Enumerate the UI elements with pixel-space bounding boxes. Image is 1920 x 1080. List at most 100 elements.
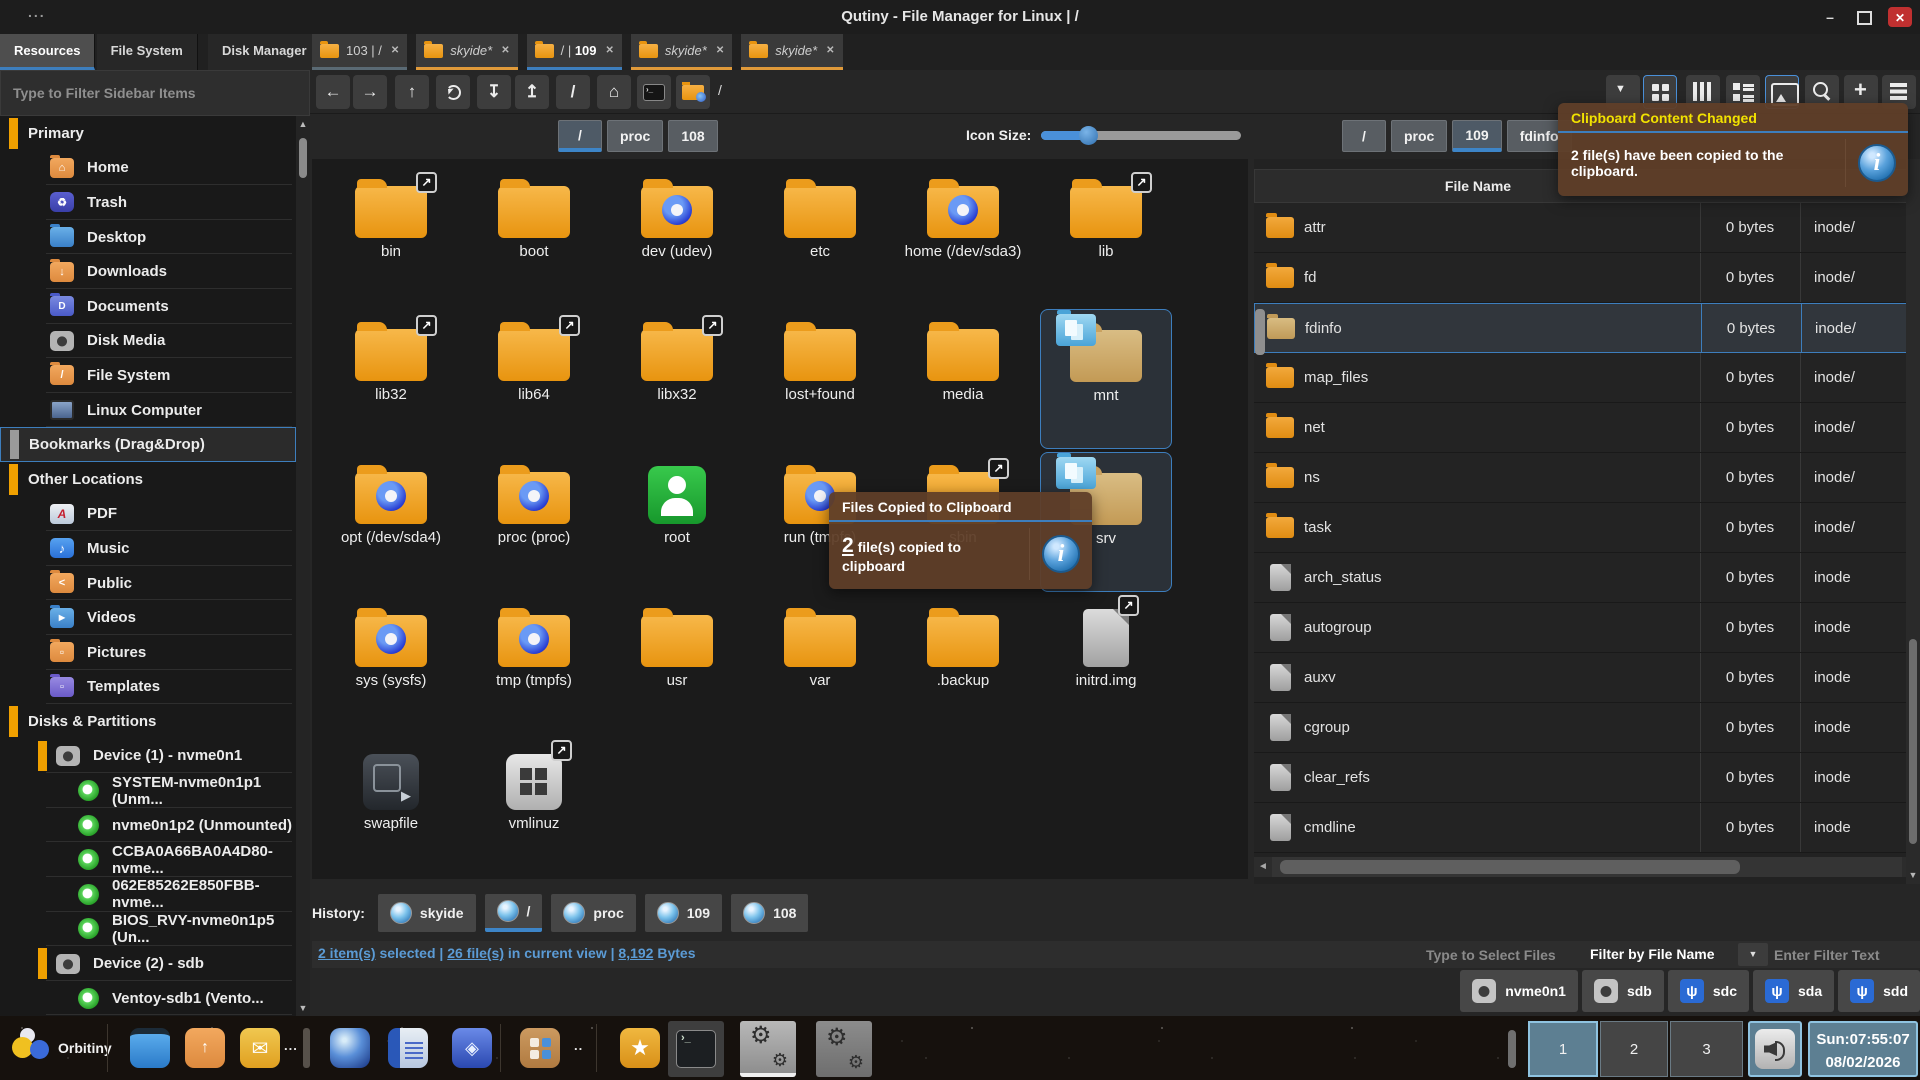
table-row-fd[interactable]: fd0 bytesinode/ — [1254, 253, 1920, 303]
minimize-icon[interactable] — [1818, 7, 1842, 27]
workspace-1[interactable]: 1 — [1528, 1021, 1598, 1077]
sidebar-item-documents[interactable]: Documents — [0, 289, 296, 324]
viewer-3d-app-icon[interactable] — [452, 1028, 492, 1068]
refresh-button[interactable] — [436, 75, 470, 109]
clock[interactable]: Sun:07:55:07 08/02/2026 — [1808, 1021, 1918, 1077]
table-row-net[interactable]: net0 bytesinode/ — [1254, 403, 1920, 453]
sidebar-section-bookmarks-drag-drop-[interactable]: Bookmarks (Drag&Drop) — [0, 427, 296, 462]
window-button-terminal[interactable] — [668, 1021, 724, 1077]
type-to-select-input[interactable] — [1426, 941, 1576, 968]
grid-item--backup[interactable]: .backup — [897, 595, 1029, 735]
taskbar-handle[interactable] — [1508, 1030, 1516, 1068]
tab-0[interactable]: 103 | / — [312, 34, 407, 70]
table-row-autogroup[interactable]: autogroup0 bytesinode — [1254, 603, 1920, 653]
grid-item-mnt[interactable]: mnt — [1040, 309, 1172, 449]
tab-1[interactable]: skyide* — [416, 34, 517, 70]
right-crumb-[interactable]: / — [1342, 120, 1386, 152]
sidebar-item-nvme0n1p2-unmounted-[interactable]: nvme0n1p2 (Unmounted) — [0, 808, 296, 843]
sidebar-item-bios-rvy-nvme0n1p5-un-[interactable]: BIOS_RVY-nvme0n1p5 (Un... — [0, 912, 296, 947]
window-button-gears-active[interactable] — [740, 1021, 796, 1077]
workspace-3[interactable]: 3 — [1670, 1021, 1743, 1077]
history-button-109[interactable]: 109 — [645, 894, 722, 932]
grid-item-lib64[interactable]: lib64 — [468, 309, 600, 449]
sidebar-item-videos[interactable]: Videos — [0, 600, 296, 635]
maximize-icon[interactable] — [1852, 7, 1876, 27]
upload-button[interactable]: ↥ — [515, 75, 549, 109]
list-hscrollbar[interactable]: ◄ ► — [1254, 857, 1920, 877]
history-button-skyide[interactable]: skyide — [378, 894, 476, 932]
sidebar-filter-input[interactable] — [0, 70, 310, 116]
address-path[interactable]: / — [718, 82, 722, 98]
grid-item-lib32[interactable]: lib32 — [325, 309, 457, 449]
sidebar-item-trash[interactable]: Trash — [0, 185, 296, 220]
table-row-arch_status[interactable]: arch_status0 bytesinode — [1254, 553, 1920, 603]
home-button[interactable]: ⌂ — [597, 75, 631, 109]
table-row-clear_refs[interactable]: clear_refs0 bytesinode — [1254, 753, 1920, 803]
table-row-cgroup[interactable]: cgroup0 bytesinode — [1254, 703, 1920, 753]
notification-clipboard-changed[interactable]: Clipboard Content Changed 2 file(s) have… — [1558, 103, 1908, 196]
panel-vscrollbar[interactable]: ▼ — [1906, 159, 1920, 884]
sidebar-item-ventoy-sdb1-vento-[interactable]: Ventoy-sdb1 (Vento... — [0, 981, 296, 1016]
folder-up-app-icon[interactable] — [185, 1028, 225, 1068]
grid-item-usr[interactable]: usr — [611, 595, 743, 735]
close-tab-icon[interactable] — [391, 45, 399, 56]
filter-text-input[interactable] — [1774, 941, 1914, 968]
sidebar-item-pdf[interactable]: PDF — [0, 497, 296, 532]
up-button[interactable]: ↑ — [395, 75, 429, 109]
sidebar-item-templates[interactable]: Templates — [0, 670, 296, 705]
sidebar-item-system-nvme0n1p1-unm-[interactable]: SYSTEM-nvme0n1p1 (Unm... — [0, 773, 296, 808]
close-tab-icon[interactable] — [606, 45, 614, 56]
sidebar-item-music[interactable]: Music — [0, 531, 296, 566]
grid-item-vmlinuz[interactable]: vmlinuz — [468, 738, 600, 878]
orbitiny-logo-icon[interactable] — [10, 1028, 54, 1068]
sidebar-item-desktop[interactable]: Desktop — [0, 220, 296, 255]
scrollbar-thumb[interactable] — [299, 138, 307, 178]
sidebar-item-downloads[interactable]: Downloads — [0, 254, 296, 289]
grid-item-dev-udev-[interactable]: dev (udev) — [611, 166, 743, 306]
writer-app-icon[interactable] — [388, 1028, 428, 1068]
sidebar-item-home[interactable]: Home — [0, 151, 296, 186]
filter-mode-dropdown[interactable]: Filter by File Name — [1580, 941, 1738, 968]
sidebar-item-public[interactable]: Public — [0, 566, 296, 601]
browser-app-icon[interactable] — [330, 1028, 370, 1068]
grid-item-media[interactable]: media — [897, 309, 1029, 449]
history-button-[interactable]: / — [485, 894, 543, 932]
sidebar-tab-file-system[interactable]: File System — [97, 34, 198, 70]
back-button[interactable]: ← — [316, 75, 350, 109]
forward-button[interactable]: → — [353, 75, 387, 109]
grid-item-boot[interactable]: boot — [468, 166, 600, 306]
right-crumb-proc[interactable]: proc — [1391, 120, 1447, 152]
grid-item-home-dev-sda3-[interactable]: home (/dev/sda3) — [897, 166, 1029, 306]
device-button-sdd[interactable]: sdd — [1838, 970, 1920, 1012]
left-crumb-proc[interactable]: proc — [607, 120, 663, 152]
sidebar-item-ccba0a66ba0a4d80-nvme-[interactable]: CCBA0A66BA0A4D80-nvme... — [0, 842, 296, 877]
history-button-proc[interactable]: proc — [551, 894, 635, 932]
chevron-down-icon[interactable] — [1738, 943, 1768, 966]
root-slash-button[interactable]: / — [556, 75, 590, 109]
sidebar-item-pictures[interactable]: Pictures — [0, 635, 296, 670]
close-tab-icon[interactable] — [501, 45, 509, 56]
grid-item-var[interactable]: var — [754, 595, 886, 735]
close-icon[interactable] — [1888, 7, 1912, 27]
scroll-down-icon[interactable]: ▼ — [296, 1000, 310, 1016]
grid-item-lib[interactable]: lib — [1040, 166, 1172, 306]
grid-item-proc-proc-[interactable]: proc (proc) — [468, 452, 600, 592]
table-row-cmdline[interactable]: cmdline0 bytesinode — [1254, 803, 1920, 853]
table-row-auxv[interactable]: auxv0 bytesinode — [1254, 653, 1920, 703]
device-button-sda[interactable]: sda — [1753, 970, 1834, 1012]
scroll-left-icon[interactable]: ◄ — [1254, 857, 1272, 877]
download-button[interactable]: ↧ — [477, 75, 511, 109]
sidebar-tab-resources[interactable]: Resources — [0, 34, 95, 70]
favorites-app-icon[interactable] — [620, 1028, 660, 1068]
table-row-task[interactable]: task0 bytesinode/ — [1254, 503, 1920, 553]
sidebar-tab-disk-manager[interactable]: Disk Manager — [208, 34, 322, 70]
sidebar-item-device-2-sdb[interactable]: Device (2) - sdb — [0, 946, 296, 981]
grid-item-initrd-img[interactable]: initrd.img — [1040, 595, 1172, 735]
table-row-fdinfo[interactable]: fdinfo0 bytesinode/ — [1254, 303, 1920, 353]
table-row-attr[interactable]: attr0 bytesinode/ — [1254, 203, 1920, 253]
tab-4[interactable]: skyide* — [741, 34, 842, 70]
grid-item-sys-sysfs-[interactable]: sys (sysfs) — [325, 595, 457, 735]
vscrollbar-thumb[interactable] — [1909, 639, 1917, 844]
device-button-nvme0n1[interactable]: nvme0n1 — [1460, 970, 1578, 1012]
device-button-sdb[interactable]: sdb — [1582, 970, 1664, 1012]
